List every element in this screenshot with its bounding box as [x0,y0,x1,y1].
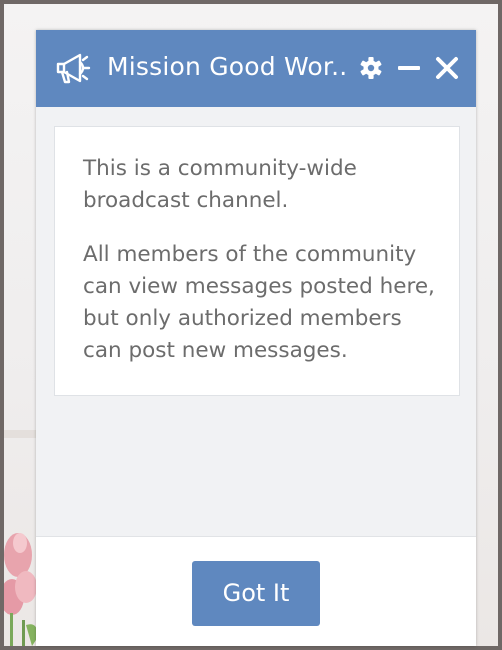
minimize-button[interactable] [395,54,423,82]
info-paragraph-permissions: All members of the community can view me… [83,242,435,363]
megaphone-icon [56,53,91,84]
minus-icon [398,66,420,70]
close-icon [436,57,458,79]
channel-title: Mission Good Wor... [107,52,347,81]
got-it-button[interactable]: Got It [192,561,320,626]
gear-icon [360,57,382,79]
channel-info-card: This is a community-wide broadcast chann… [54,126,460,396]
close-button[interactable] [433,54,461,82]
window-footer: Got It [36,536,476,646]
window-header: Mission Good Wor... [36,30,476,107]
tulip-flowers-image [4,533,38,646]
broadcast-channel-window: Mission Good Wor... This is a community-… [36,30,476,646]
settings-button[interactable] [357,54,385,82]
info-paragraph-broadcast: This is a community-wide broadcast chann… [83,156,357,213]
backdrop-shelf [4,430,38,438]
